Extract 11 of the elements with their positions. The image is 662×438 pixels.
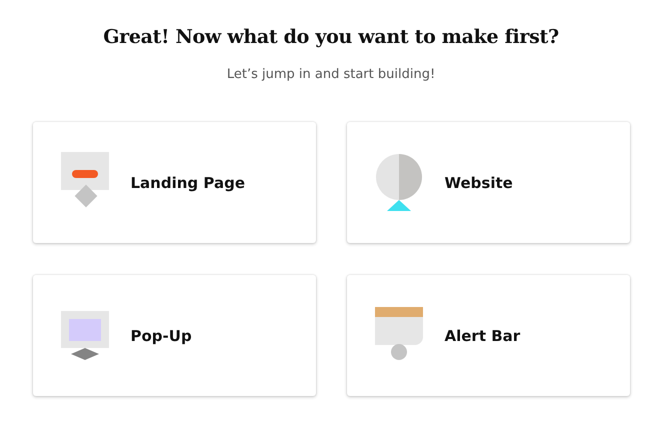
option-label: Alert Bar (444, 326, 520, 344)
option-label: Website (444, 174, 513, 192)
option-card[interactable]: Landing Page (32, 122, 316, 243)
page-heading: Great! Now what do you want to make first? (103, 25, 559, 50)
option-card[interactable]: Alert Bar (346, 275, 630, 396)
option-label: Pop-Up (130, 326, 192, 344)
globe-icon (374, 152, 424, 214)
page-subheading: Let’s jump in and start building! (226, 66, 436, 84)
option-label: Landing Page (130, 174, 245, 192)
option-card[interactable]: Pop-Up (32, 275, 316, 396)
option-card[interactable]: Website (346, 122, 630, 243)
